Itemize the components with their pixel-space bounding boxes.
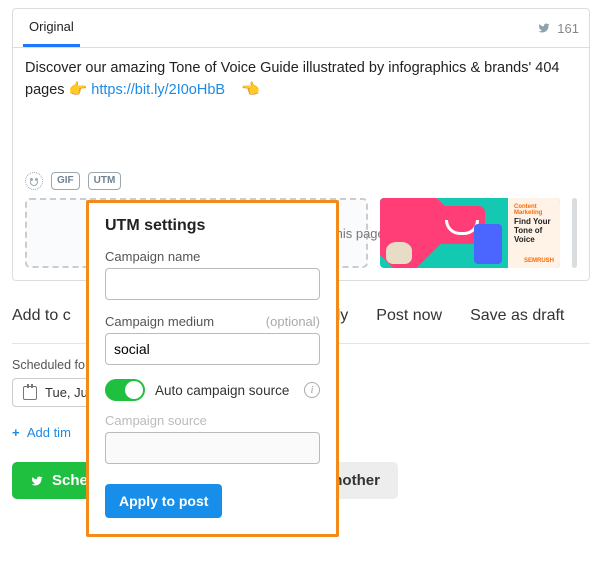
auto-campaign-source-label: Auto campaign source [155, 383, 294, 398]
twitter-icon [30, 475, 44, 487]
compose-tabs: Original 161 [13, 9, 589, 48]
save-draft-option[interactable]: Save as draft [470, 307, 564, 335]
char-count-value: 161 [557, 21, 579, 36]
add-time-label: Add tim [27, 425, 71, 440]
campaign-source-label: Campaign source [105, 413, 320, 428]
utm-settings-popover: UTM settings Campaign name Campaign medi… [86, 200, 339, 537]
pointer-left-emoji: 👈 [241, 81, 260, 98]
emoji-picker-icon[interactable] [25, 172, 43, 190]
add-to-queue-option[interactable]: Add to c [12, 307, 71, 335]
preview-category: Content Marketing [514, 204, 554, 216]
plus-icon: + [12, 425, 20, 440]
pointer-right-emoji: 👉 [69, 81, 88, 98]
compose-toolbar: GIF UTM [13, 168, 589, 198]
campaign-medium-label: Campaign medium (optional) [105, 314, 320, 329]
utm-button[interactable]: UTM [88, 172, 122, 190]
compose-link[interactable]: https://bit.ly/2I0oHbB [91, 82, 225, 98]
character-counter: 161 [537, 21, 579, 36]
compose-text[interactable]: Discover our amazing Tone of Voice Guide… [13, 48, 589, 168]
campaign-source-input [105, 432, 320, 464]
campaign-medium-input[interactable] [105, 333, 320, 365]
post-now-option[interactable]: Post now [376, 307, 442, 335]
preview-brand: SEMRUSH [524, 258, 554, 264]
campaign-name-input[interactable] [105, 268, 320, 300]
utm-title: UTM settings [105, 217, 320, 235]
campaign-name-label: Campaign name [105, 249, 320, 264]
apply-to-post-button[interactable]: Apply to post [105, 484, 222, 518]
preview-scrollbar[interactable] [572, 198, 577, 268]
gif-button[interactable]: GIF [51, 172, 80, 190]
tab-original[interactable]: Original [23, 9, 80, 47]
scheduled-date-value: Tue, Jul [45, 385, 91, 400]
auto-campaign-source-toggle[interactable] [105, 379, 145, 401]
link-preview-card[interactable]: Content Marketing Find Your Tone of Voic… [380, 198, 560, 268]
preview-headline: Find Your Tone of Voice [514, 218, 554, 244]
optional-hint: (optional) [266, 314, 320, 329]
twitter-icon [537, 22, 551, 34]
calendar-icon [23, 386, 37, 400]
info-icon[interactable]: i [304, 382, 320, 398]
